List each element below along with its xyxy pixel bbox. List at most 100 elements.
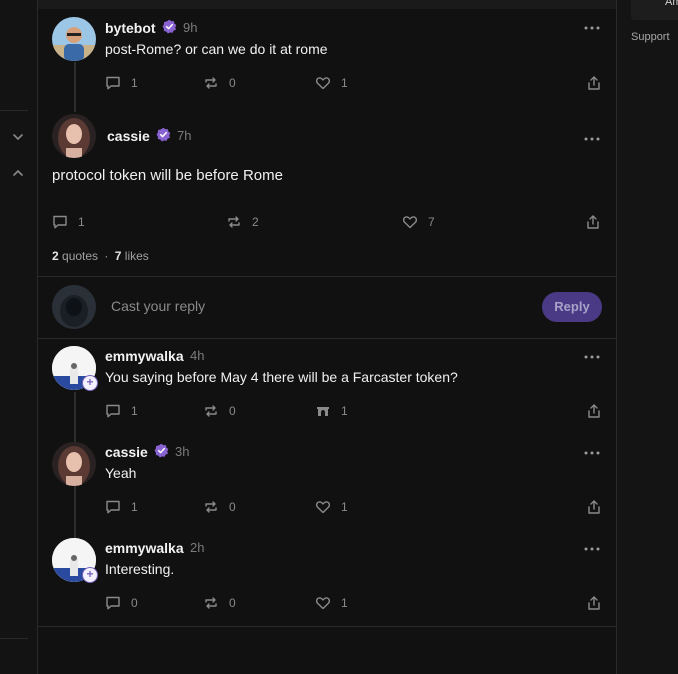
more-dots-icon[interactable] xyxy=(583,450,601,456)
rail-divider xyxy=(0,638,28,639)
share-icon[interactable] xyxy=(585,214,601,230)
right-rail-card[interactable]: Am xyxy=(631,0,678,20)
thread-line xyxy=(74,392,76,442)
author-name[interactable]: emmywalka xyxy=(105,540,184,556)
like-action[interactable]: 1 xyxy=(315,75,348,91)
chevron-up-icon[interactable] xyxy=(11,166,25,180)
author-name[interactable]: cassie xyxy=(107,128,150,144)
more-dots-icon[interactable] xyxy=(583,25,601,31)
quotes-label[interactable]: quotes xyxy=(62,249,98,263)
author-name[interactable]: cassie xyxy=(105,444,148,460)
heart-icon xyxy=(402,216,418,229)
recast-count: 0 xyxy=(229,596,236,610)
thread-line xyxy=(74,486,76,538)
more-dots-icon[interactable] xyxy=(583,136,601,142)
recast-action[interactable]: 0 xyxy=(203,595,236,611)
like-count: 1 xyxy=(341,500,348,514)
avatar[interactable] xyxy=(52,114,96,158)
cast-text: Interesting. xyxy=(105,561,175,577)
recast-count: 2 xyxy=(252,215,259,229)
recast-icon xyxy=(205,597,217,609)
avatar[interactable] xyxy=(52,17,96,61)
timestamp: 7h xyxy=(177,128,192,143)
like-count: 1 xyxy=(341,596,348,610)
recast-action[interactable]: 0 xyxy=(203,403,236,419)
comment-icon xyxy=(106,404,120,418)
comment-icon xyxy=(106,500,120,514)
like-action[interactable]: 1 xyxy=(315,403,348,419)
right-rail-card-text: Am xyxy=(665,0,678,8)
timestamp: 4h xyxy=(190,348,205,363)
recast-count: 0 xyxy=(229,500,236,514)
timestamp: 2h xyxy=(190,540,205,555)
likes-count[interactable]: 7 xyxy=(115,249,122,263)
verified-badge-icon xyxy=(156,127,171,142)
reply-count: 1 xyxy=(131,404,138,418)
support-link[interactable]: Support xyxy=(631,31,670,43)
reply-action[interactable]: 1 xyxy=(105,403,138,419)
like-action[interactable]: 1 xyxy=(315,499,348,515)
heart-icon xyxy=(315,597,331,610)
author-name[interactable]: emmywalka xyxy=(105,348,184,364)
recast-icon xyxy=(205,405,217,417)
top-strip xyxy=(38,0,616,9)
recast-action[interactable]: 0 xyxy=(203,75,236,91)
reply-count: 1 xyxy=(78,215,85,229)
chevron-down-icon[interactable] xyxy=(11,130,25,144)
thread-line xyxy=(74,62,76,112)
share-icon[interactable] xyxy=(586,403,602,419)
thread-feed: bytebot 9h post-Rome? or can we do it at… xyxy=(37,0,617,674)
recast-icon xyxy=(205,77,217,89)
reply-action[interactable]: 1 xyxy=(52,214,85,230)
divider xyxy=(38,626,616,627)
more-dots-icon[interactable] xyxy=(583,354,601,360)
divider xyxy=(38,338,616,339)
divider xyxy=(38,276,616,277)
like-action[interactable]: 1 xyxy=(315,595,348,611)
verified-badge-icon xyxy=(162,19,177,34)
comment-icon xyxy=(53,215,67,229)
reply-action[interactable]: 1 xyxy=(105,75,138,91)
right-rail: Am Support xyxy=(617,0,678,674)
recast-action[interactable]: 0 xyxy=(203,499,236,515)
verified-badge-icon xyxy=(154,443,169,458)
my-avatar xyxy=(52,285,96,329)
left-rail xyxy=(0,0,37,674)
likes-label[interactable]: likes xyxy=(125,249,149,263)
avatar[interactable] xyxy=(52,442,96,486)
cast-stats: 2 quotes · 7 likes xyxy=(52,249,149,263)
comment-icon xyxy=(106,76,120,90)
plus-icon: + xyxy=(82,375,98,391)
quotes-count[interactable]: 2 xyxy=(52,249,59,263)
reply-action[interactable]: 1 xyxy=(105,499,138,515)
arch-icon xyxy=(317,407,329,416)
like-count: 7 xyxy=(428,215,435,229)
like-count: 1 xyxy=(341,404,348,418)
share-icon[interactable] xyxy=(586,595,602,611)
reply-button[interactable]: Reply xyxy=(542,292,602,322)
reply-count: 1 xyxy=(131,500,138,514)
reply-action[interactable]: 0 xyxy=(105,595,138,611)
comment-icon xyxy=(106,596,120,610)
stats-separator: · xyxy=(104,249,109,263)
recast-icon xyxy=(205,501,217,513)
reply-input[interactable]: Cast your reply xyxy=(111,298,205,314)
author-name[interactable]: bytebot xyxy=(105,20,156,36)
share-icon[interactable] xyxy=(586,499,602,515)
reply-count: 0 xyxy=(131,596,138,610)
recast-count: 0 xyxy=(229,76,236,90)
reply-count: 1 xyxy=(131,76,138,90)
plus-icon: + xyxy=(82,567,98,583)
cast-text: Yeah xyxy=(105,465,137,481)
timestamp: 3h xyxy=(175,444,190,459)
recast-action[interactable]: 2 xyxy=(226,214,259,230)
more-dots-icon[interactable] xyxy=(583,546,601,552)
like-action[interactable]: 7 xyxy=(402,214,435,230)
recast-icon xyxy=(228,216,240,228)
heart-icon xyxy=(315,77,331,90)
recast-count: 0 xyxy=(229,404,236,418)
share-icon[interactable] xyxy=(586,75,602,91)
cast-text: You saying before May 4 there will be a … xyxy=(105,369,458,385)
like-count: 1 xyxy=(341,76,348,90)
cast-text: post-Rome? or can we do it at rome xyxy=(105,41,328,57)
